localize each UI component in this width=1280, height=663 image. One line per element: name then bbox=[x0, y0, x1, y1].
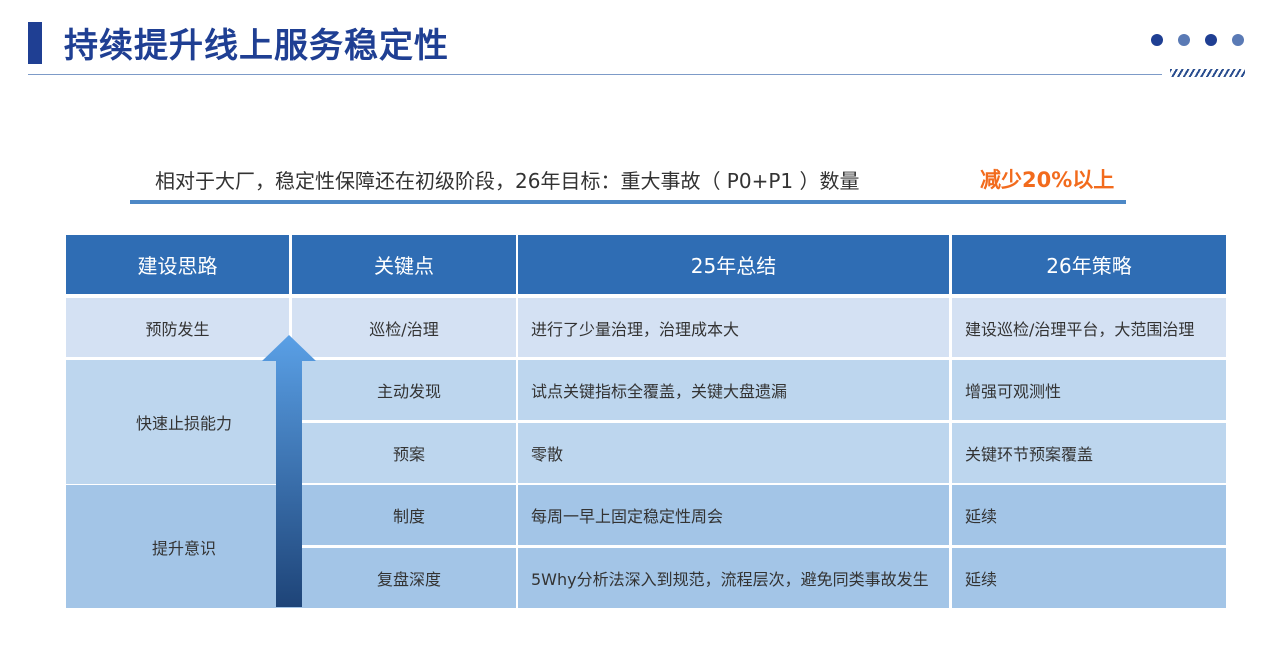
strategy-cell: 延续 bbox=[952, 485, 1226, 545]
dot-icon bbox=[1178, 34, 1190, 46]
keypoint-cell: 预案 bbox=[302, 423, 516, 483]
keypoint-cell: 复盘深度 bbox=[302, 548, 516, 608]
keypoint-cell: 巡检/治理 bbox=[292, 298, 516, 357]
strategy-cell: 建设巡检/治理平台，大范围治理 bbox=[952, 298, 1226, 357]
up-arrow-icon bbox=[262, 335, 316, 607]
dot-icon bbox=[1151, 34, 1163, 46]
header-cell-approach: 建设思路 bbox=[66, 235, 289, 294]
strategy-cell: 关键环节预案覆盖 bbox=[952, 423, 1226, 483]
dot-icon bbox=[1232, 34, 1244, 46]
title-accent-bar bbox=[28, 22, 42, 64]
summary-cell: 进行了少量治理，治理成本大 bbox=[518, 298, 949, 357]
strategy-table: 建设思路 关键点 25年总结 26年策略 预防发生 快速止损能力 提升意识 巡检… bbox=[66, 235, 1226, 608]
summary-cell: 零散 bbox=[518, 423, 949, 483]
header-cell-keypoint: 关键点 bbox=[292, 235, 516, 294]
strategy-cell: 延续 bbox=[952, 548, 1226, 608]
summary-cell: 每周一早上固定稳定性周会 bbox=[518, 485, 949, 545]
hatch-decoration bbox=[1170, 69, 1245, 77]
header-cell-summary: 25年总结 bbox=[518, 235, 949, 294]
header-cell-strategy: 26年策略 bbox=[952, 235, 1226, 294]
keypoint-cell: 主动发现 bbox=[302, 360, 516, 420]
summary-cell: 试点关键指标全覆盖，关键大盘遗漏 bbox=[518, 360, 949, 420]
group-cell: 预防发生 bbox=[66, 298, 289, 357]
page-title: 持续提升线上服务稳定性 bbox=[64, 26, 449, 66]
keypoint-cell: 制度 bbox=[302, 485, 516, 545]
decorative-dots bbox=[1151, 34, 1244, 46]
header-divider bbox=[28, 74, 1162, 75]
subtitle-underline bbox=[130, 200, 1126, 204]
subtitle-text: 相对于大厂，稳定性保障还在初级阶段，26年目标：重大事故（ P0+P1 ）数量 bbox=[155, 169, 860, 193]
dot-icon bbox=[1205, 34, 1217, 46]
summary-cell: 5Why分析法深入到规范，流程层次，避免同类事故发生 bbox=[518, 548, 949, 608]
strategy-cell: 增强可观测性 bbox=[952, 360, 1226, 420]
subtitle-highlight: 减少20%以上 bbox=[980, 168, 1115, 192]
